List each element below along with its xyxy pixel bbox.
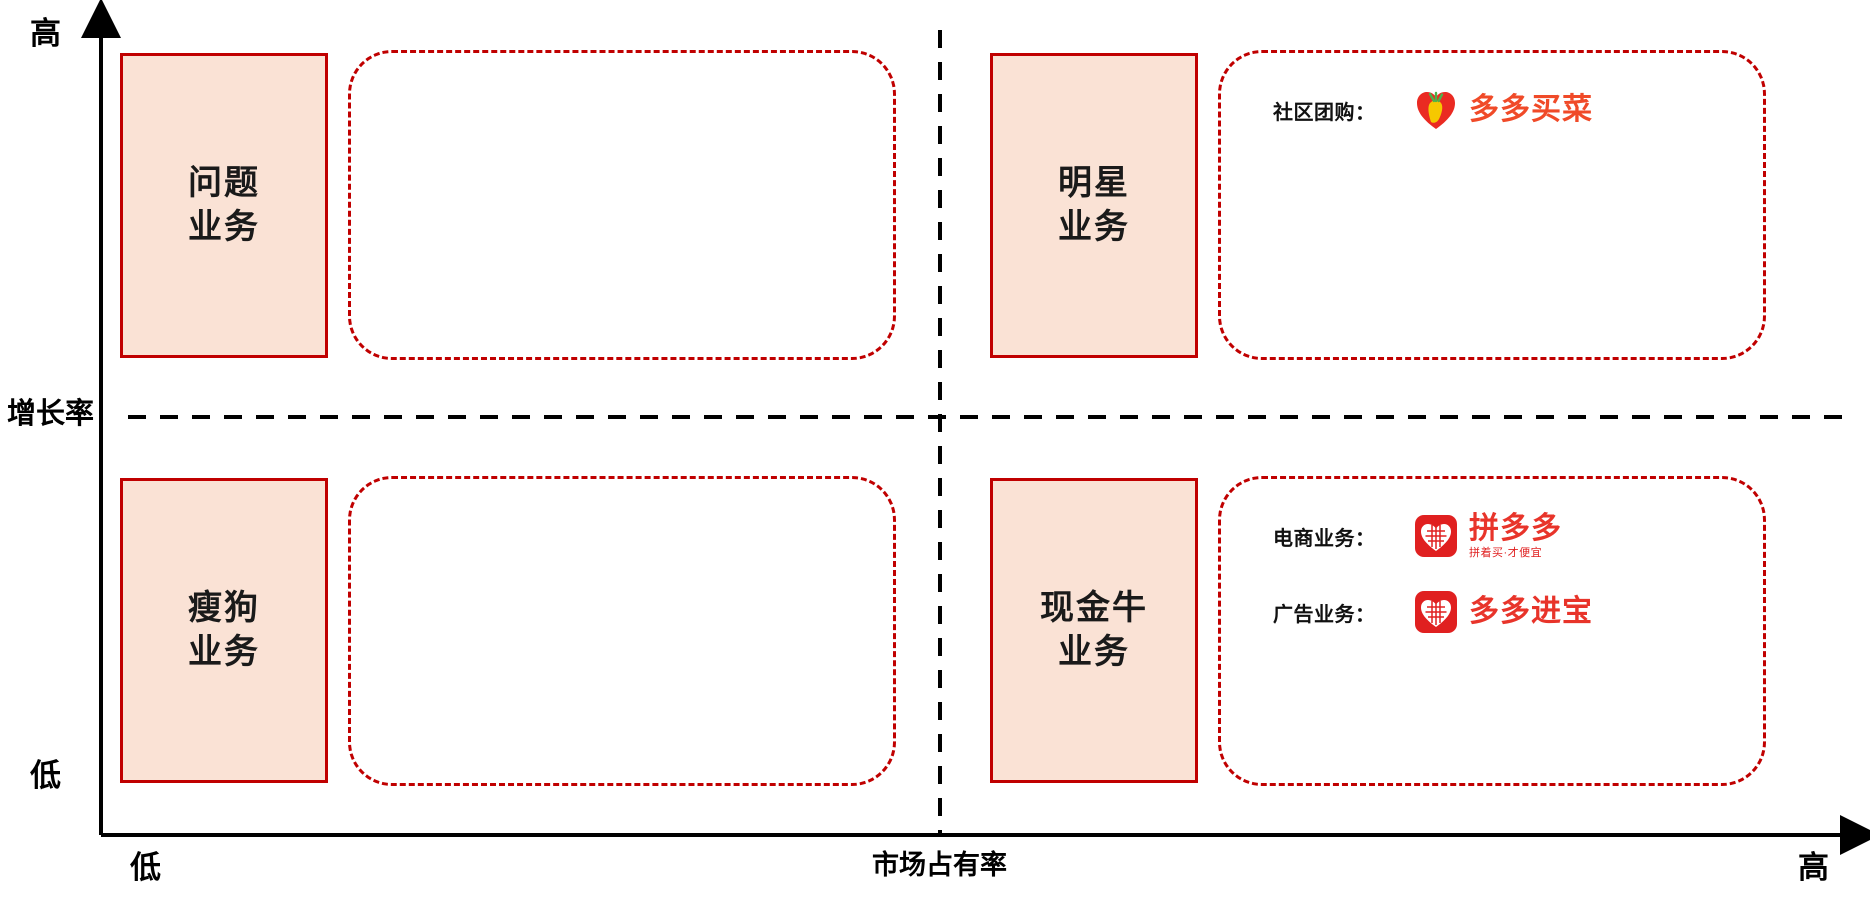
quadrant-title-line: 业务 bbox=[1058, 632, 1130, 671]
content-panel-dog bbox=[348, 476, 896, 786]
business-entry-row: 广告业务： 多多进宝 bbox=[1273, 589, 1763, 635]
business-entry-row: 社区团购： 多多买菜 bbox=[1273, 87, 1763, 133]
quadrant-title-line: 业务 bbox=[188, 632, 260, 671]
pinduoduo-heart-logo-icon bbox=[1415, 515, 1457, 557]
carrot-heart-logo-icon bbox=[1415, 89, 1457, 131]
brand-logo-pinduoduo: 拼多多 拼着买·才便宜 bbox=[1415, 510, 1562, 559]
brand-name-text: 拼多多 bbox=[1469, 510, 1562, 546]
bcg-matrix-diagram: 高 低 增长率 低 市场占有率 高 问题 业务 明星 业务 瘦狗 业务 现金牛 … bbox=[0, 0, 1870, 898]
quadrant-title-line: 明星 bbox=[1058, 163, 1130, 202]
x-axis-high-label: 高 bbox=[1798, 850, 1829, 885]
content-panel-question bbox=[348, 50, 896, 360]
brand-logo-duoduo-jinbao: 多多进宝 bbox=[1415, 591, 1593, 633]
quadrant-title-line: 瘦狗 bbox=[188, 588, 260, 627]
quadrant-box-dog: 瘦狗 业务 bbox=[120, 478, 328, 783]
brand-logo-duoduo-maicai: 多多买菜 bbox=[1415, 89, 1593, 131]
brand-tagline-text: 拼着买·才便宜 bbox=[1469, 546, 1543, 559]
duoduo-jinbao-heart-logo-icon bbox=[1415, 591, 1457, 633]
quadrant-box-star: 明星 业务 bbox=[990, 53, 1198, 358]
business-entry-label: 社区团购： bbox=[1273, 101, 1376, 124]
business-entry-label: 广告业务： bbox=[1273, 603, 1376, 626]
brand-wordmark: 拼多多 拼着买·才便宜 bbox=[1469, 510, 1562, 559]
business-entry-label: 电商业务： bbox=[1273, 527, 1376, 550]
quadrant-title-line: 业务 bbox=[188, 207, 260, 246]
brand-wordmark: 多多买菜 bbox=[1469, 95, 1593, 125]
content-panel-cash-cow: 电商业务： 拼多多 拼着买·才便宜 广告业务： 多多进宝 bbox=[1218, 476, 1766, 786]
y-axis-title: 增长率 bbox=[7, 398, 95, 430]
quadrant-title-line: 现金牛 bbox=[1040, 588, 1148, 627]
quadrant-box-question: 问题 业务 bbox=[120, 53, 328, 358]
quadrant-title-line: 问题 bbox=[188, 163, 260, 202]
x-axis-title: 市场占有率 bbox=[872, 850, 1007, 880]
y-axis-low-label: 低 bbox=[30, 758, 61, 793]
brand-wordmark: 多多进宝 bbox=[1469, 597, 1593, 627]
brand-name-text: 多多进宝 bbox=[1469, 594, 1593, 629]
y-axis-high-label: 高 bbox=[30, 16, 61, 51]
quadrant-box-cash-cow: 现金牛 业务 bbox=[990, 478, 1198, 783]
brand-name-text: 多多买菜 bbox=[1469, 92, 1593, 127]
quadrant-title-line: 业务 bbox=[1058, 207, 1130, 246]
content-panel-star: 社区团购： 多多买菜 bbox=[1218, 50, 1766, 360]
x-axis-low-label: 低 bbox=[130, 850, 161, 885]
business-entry-row: 电商业务： 拼多多 拼着买·才便宜 bbox=[1273, 513, 1763, 559]
